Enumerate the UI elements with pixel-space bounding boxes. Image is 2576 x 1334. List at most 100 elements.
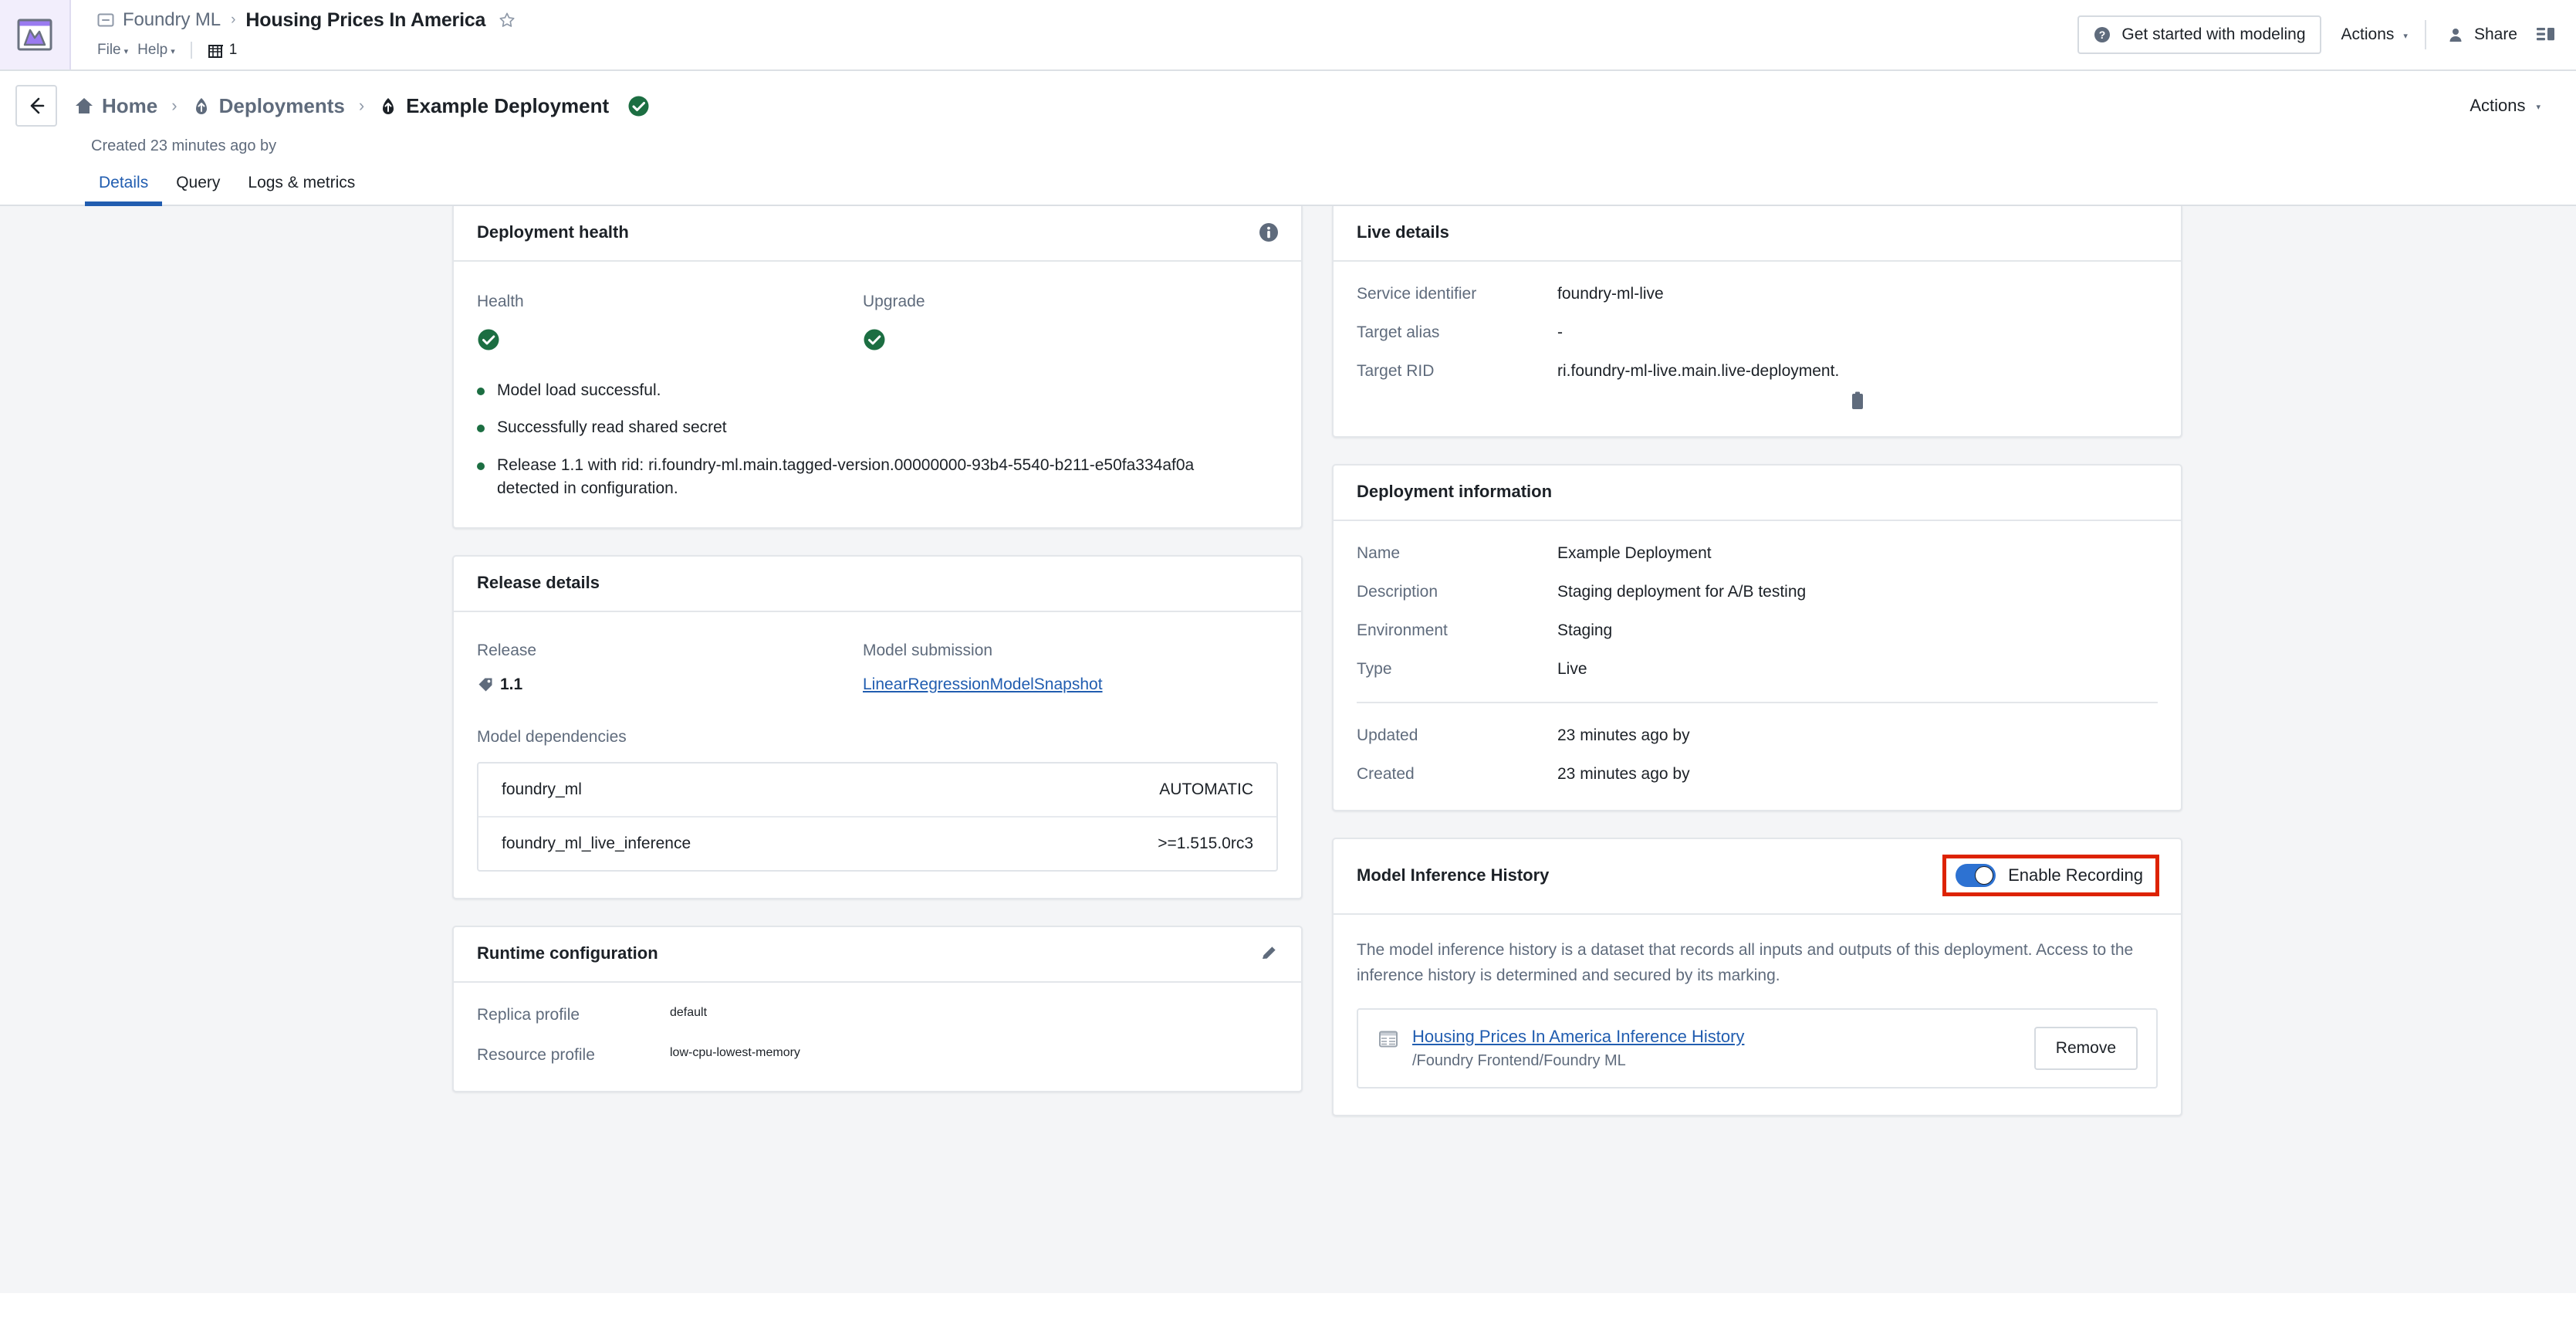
environment-value: Staging: [1557, 621, 1613, 639]
runtime-configuration-fields: Replica profile default Resource profile…: [477, 1006, 1278, 1065]
tab-bar: Details Query Logs & metrics: [0, 155, 2576, 206]
service-identifier-label: Service identifier: [1357, 285, 1477, 303]
release-value-group: 1.1: [477, 675, 863, 694]
release-details-body: Release 1.1 Model submission LinearRegre…: [454, 612, 1301, 898]
dependency-version: >=1.515.0rc3: [1158, 834, 1253, 852]
pencil-icon[interactable]: [1259, 943, 1280, 963]
deployment-health-body: Health Upgrade Model load successful. Su…: [454, 262, 1301, 527]
name-label: Name: [1357, 544, 1401, 562]
resource-profile-value: low-cpu-lowest-memory: [670, 1045, 800, 1059]
copy-target-rid-button[interactable]: [1557, 391, 2158, 410]
breadcrumb: Foundry ML › Housing Prices In America: [97, 7, 2077, 33]
info-circle-icon[interactable]: [1258, 222, 1280, 243]
navigation-row: Home › Deployments › Example Deployment: [0, 71, 2576, 206]
breadcrumb-home-label: Home: [102, 93, 158, 117]
target-alias-label: Target alias: [1357, 323, 1440, 341]
share-button[interactable]: Share: [2426, 25, 2533, 44]
breadcrumb-item-deployments[interactable]: Deployments: [191, 94, 345, 118]
live-details-title: Live details: [1357, 222, 1449, 242]
health-message-item: Release 1.1 with rid: ri.foundry-ml.main…: [477, 454, 1249, 501]
deployment-information-title: Deployment information: [1357, 482, 1553, 501]
release-value: 1.1: [500, 675, 523, 693]
dependency-row: foundry_ml_live_inference >=1.515.0rc3: [478, 815, 1276, 870]
service-identifier-value: foundry-ml-live: [1557, 285, 1664, 303]
description-label: Description: [1357, 583, 1438, 601]
deployment-health-header: Deployment health: [454, 206, 1301, 262]
enable-recording-highlight: Enable Recording: [1942, 855, 2159, 896]
live-details-body: Service identifier foundry-ml-live Targe…: [1334, 262, 2181, 436]
release-details-header: Release details: [454, 557, 1301, 612]
tag-icon: [478, 678, 492, 692]
name-value: Example Deployment: [1557, 544, 1712, 562]
live-details-header: Live details: [1334, 206, 2181, 262]
replica-profile-label: Replica profile: [477, 1005, 580, 1024]
upgrade-label: Upgrade: [863, 293, 925, 310]
question-circle-icon: ?: [2094, 27, 2111, 42]
topbar-actions-menu[interactable]: Actions ▾: [2321, 25, 2425, 44]
side-panel-icon[interactable]: [2536, 25, 2556, 45]
release-details-card: Release details Release 1.1 Model submis…: [452, 554, 1303, 899]
upgrade-column: Upgrade: [863, 293, 1249, 351]
target-alias-value: -: [1557, 323, 1563, 341]
breadcrumb-app-link[interactable]: Foundry ML: [123, 9, 221, 31]
deployment-actions-menu[interactable]: Actions ▾: [2470, 96, 2556, 116]
health-label: Health: [477, 293, 524, 310]
organization-badge[interactable]: 1: [208, 42, 237, 59]
dataset-table-icon: [1379, 1031, 1398, 1048]
chevron-down-icon: ▾: [2536, 102, 2541, 112]
breadcrumb-separator: ›: [358, 96, 365, 115]
chart-window-icon: [17, 19, 52, 51]
environment-label: Environment: [1357, 621, 1448, 639]
model-submission-link[interactable]: LinearRegressionModelSnapshot: [863, 675, 1103, 693]
dataset-name-link[interactable]: Housing Prices In America Inference Hist…: [1412, 1027, 1744, 1046]
created-text: Created 23 minutes ago by: [91, 137, 277, 154]
deployment-health-title: Deployment health: [477, 222, 629, 242]
tab-details[interactable]: Details: [85, 174, 163, 206]
deployment-timestamps: Updated 23 minutes ago by Created 23 min…: [1357, 726, 2158, 784]
dependency-name: foundry_ml: [502, 780, 582, 798]
health-message-text: Successfully read shared secret: [497, 418, 727, 437]
model-inference-history-header: Model Inference History Enable Recording: [1334, 839, 2181, 915]
release-label: Release: [477, 641, 537, 659]
health-message-item: Model load successful.: [477, 379, 1249, 402]
menu-file-label: File: [97, 42, 121, 58]
model-inference-history-body: The model inference history is a dataset…: [1334, 915, 2181, 1115]
release-columns: Release 1.1 Model submission LinearRegre…: [477, 635, 1278, 694]
health-message-item: Successfully read shared secret: [477, 416, 1249, 439]
menu-help[interactable]: Help ▾: [137, 42, 175, 59]
building-icon: [208, 44, 223, 58]
page-title: Housing Prices In America: [245, 8, 486, 31]
remove-dataset-button[interactable]: Remove: [2033, 1027, 2138, 1071]
back-button[interactable]: [15, 85, 57, 127]
deployment-information-divider: [1357, 702, 2158, 703]
application-icon: [97, 13, 114, 27]
runtime-configuration-title: Runtime configuration: [477, 943, 658, 963]
check-circle-icon: [628, 96, 649, 116]
health-message-list: Model load successful. Successfully read…: [477, 379, 1278, 501]
tab-query[interactable]: Query: [162, 174, 234, 206]
bullet-dot-icon: [477, 462, 485, 470]
deployment-information-fields: Name Example Deployment Description Stag…: [1357, 544, 2158, 679]
tab-logs-metrics[interactable]: Logs & metrics: [234, 174, 369, 206]
model-inference-history-description: The model inference history is a dataset…: [1357, 941, 2134, 984]
inference-history-dataset-row: Housing Prices In America Inference Hist…: [1357, 1008, 2158, 1089]
dependency-version: AUTOMATIC: [1159, 780, 1253, 798]
type-label: Type: [1357, 660, 1392, 678]
health-message-text: Release 1.1 with rid: ri.foundry-ml.main…: [497, 455, 1195, 498]
model-submission-label: Model submission: [863, 641, 993, 659]
breadcrumb-item-home[interactable]: Home: [74, 94, 157, 118]
breadcrumb-separator: ›: [171, 96, 177, 115]
deployment-health-card: Deployment health Health Upgrade Model l…: [452, 206, 1303, 529]
dependency-name: foundry_ml_live_inference: [502, 834, 691, 852]
star-outline-icon[interactable]: [499, 12, 516, 29]
live-details-fields: Service identifier foundry-ml-live Targe…: [1357, 285, 2158, 410]
runtime-configuration-body: Replica profile default Resource profile…: [454, 983, 1301, 1091]
breadcrumb-bar: Home › Deployments › Example Deployment: [0, 85, 2576, 127]
app-launcher-button[interactable]: [0, 0, 71, 69]
bullet-dot-icon: [477, 388, 485, 395]
content-left-gutter: [0, 206, 423, 1293]
model-dependencies-label: Model dependencies: [477, 727, 627, 746]
enable-recording-toggle[interactable]: [1956, 864, 1996, 887]
menu-file[interactable]: File ▾: [97, 42, 128, 59]
get-started-with-modeling-button[interactable]: ? Get started with modeling: [2077, 15, 2321, 54]
